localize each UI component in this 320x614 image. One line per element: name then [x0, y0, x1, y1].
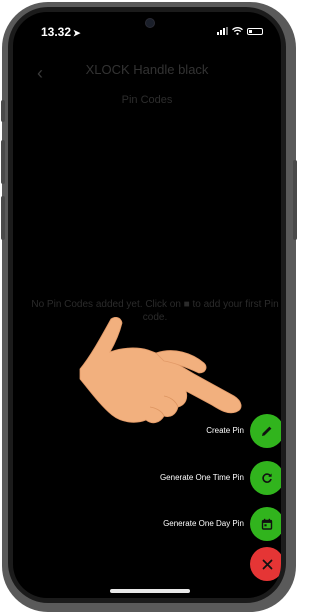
location-arrow-icon: ➤ — [73, 28, 81, 38]
cellular-signal-icon — [217, 27, 228, 35]
pointing-hand-icon — [79, 317, 242, 424]
side-button-left-2 — [1, 140, 5, 184]
close-menu-button[interactable] — [250, 547, 281, 581]
side-button-left-3 — [1, 196, 5, 240]
generate-one-time-pin-label[interactable]: Generate One Time Pin — [160, 473, 244, 482]
app-screen: 13.32 ➤ ‹ XLOCK Handle black Pin Codes No… — [13, 12, 281, 598]
status-time-text: 13.32 — [41, 25, 72, 39]
refresh-icon — [262, 473, 272, 483]
side-button-left-1 — [1, 100, 5, 122]
generate-one-day-pin-label[interactable]: Generate One Day Pin — [163, 519, 244, 528]
front-camera — [146, 19, 154, 27]
create-pin-button[interactable] — [250, 414, 281, 448]
section-subtitle: Pin Codes — [121, 94, 173, 106]
generate-one-time-pin-button[interactable] — [250, 461, 281, 495]
page-title: XLOCK Handle black — [85, 62, 209, 77]
battery-icon — [247, 27, 263, 35]
close-icon — [262, 559, 272, 569]
pencil-icon — [262, 426, 272, 436]
status-time: 13.32 ➤ — [41, 25, 81, 39]
status-icons — [217, 27, 263, 35]
generate-one-day-pin-button[interactable] — [250, 507, 281, 541]
calendar-icon — [261, 518, 273, 530]
notch — [81, 12, 213, 38]
side-button-right — [293, 160, 297, 240]
wifi-icon — [232, 27, 243, 35]
home-indicator[interactable] — [110, 589, 190, 593]
